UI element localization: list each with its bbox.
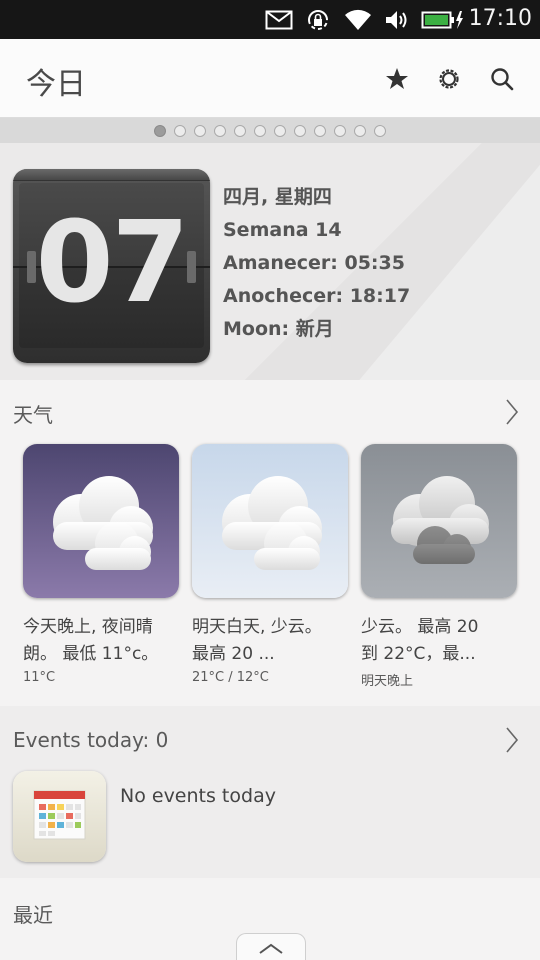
page-dot[interactable] bbox=[174, 124, 186, 137]
page-dot[interactable] bbox=[234, 124, 246, 137]
no-events-text: No events today bbox=[120, 785, 276, 807]
sunrise: Amanecer: 05:35 bbox=[223, 252, 405, 274]
page-dot[interactable] bbox=[334, 124, 346, 137]
page-dot[interactable] bbox=[294, 124, 306, 137]
settings-button[interactable] bbox=[433, 63, 465, 95]
page-indicator bbox=[0, 118, 540, 143]
month-weekday: 四月, 星期四 bbox=[223, 186, 332, 208]
page-dot[interactable] bbox=[354, 124, 366, 137]
status-bar: 17:10 bbox=[0, 0, 540, 39]
page-dot[interactable] bbox=[314, 124, 326, 137]
date-details: 四月, 星期四 Semana 14 Amanecer: 05:35 Anoche… bbox=[223, 181, 410, 346]
search-icon bbox=[491, 68, 514, 91]
weather-card-tomorrow[interactable] bbox=[192, 444, 348, 598]
page-dot[interactable] bbox=[374, 124, 386, 137]
battery-charging-icon[interactable] bbox=[421, 8, 465, 32]
page-dot[interactable] bbox=[194, 124, 206, 137]
lock-rotation-icon[interactable] bbox=[304, 8, 332, 32]
recent-title: 最近 bbox=[13, 903, 53, 927]
weather-desc-tomorrow-night: 少云。 最高 20 到 22°C，最... bbox=[361, 617, 479, 664]
calendar-app-button[interactable] bbox=[13, 771, 106, 862]
weather-temp-tomorrow-night: 明天晚上 bbox=[361, 674, 414, 689]
events-title: Events today: 0 bbox=[13, 728, 169, 752]
bottom-edge-pull-button[interactable] bbox=[236, 933, 306, 960]
clock: 17:10 bbox=[468, 6, 532, 31]
wifi-icon[interactable] bbox=[343, 8, 373, 32]
weather-section: 天气 今天晚上, 夜间晴 朗。 最低 11°c。 11°C 明天白天, 少云。 … bbox=[0, 380, 540, 706]
page-dot[interactable] bbox=[214, 124, 226, 137]
moon-phase: Moon: 新月 bbox=[223, 318, 334, 340]
events-section: Events today: 0 No events today bbox=[0, 706, 540, 878]
chevron-right-icon[interactable] bbox=[504, 398, 520, 426]
recent-section: 最近 bbox=[0, 878, 540, 960]
search-button[interactable] bbox=[486, 63, 518, 95]
sunset: Anochecer: 18:17 bbox=[223, 285, 411, 307]
weather-desc-tonight: 今天晚上, 夜间晴 朗。 最低 11°c。 bbox=[23, 617, 159, 664]
gear-icon bbox=[439, 69, 459, 89]
weather-temp-tonight: 11°C bbox=[23, 670, 56, 685]
page-dot[interactable] bbox=[254, 124, 266, 137]
page-dot[interactable] bbox=[274, 124, 286, 137]
weather-card-tonight[interactable] bbox=[23, 444, 179, 598]
cloud-icon bbox=[23, 444, 179, 598]
weather-title: 天气 bbox=[13, 403, 53, 427]
star-icon bbox=[386, 68, 408, 89]
cloud-icon bbox=[361, 444, 517, 598]
calendar-icon bbox=[33, 790, 86, 840]
weather-desc-tomorrow: 明天白天, 少云。 最高 20 ... bbox=[192, 617, 322, 664]
favorite-button[interactable] bbox=[381, 63, 413, 95]
week-number: Semana 14 bbox=[223, 219, 342, 241]
weather-temp-tomorrow: 21°C / 12°C bbox=[192, 670, 269, 685]
envelope-icon[interactable] bbox=[264, 8, 294, 32]
chevron-up-icon bbox=[259, 943, 283, 954]
weather-card-tomorrow-night[interactable] bbox=[361, 444, 517, 598]
chevron-right-icon[interactable] bbox=[504, 726, 520, 754]
cloud-icon bbox=[192, 444, 348, 598]
date-section: 07 四月, 星期四 Semana 14 Amanecer: 05:35 Ano… bbox=[0, 143, 540, 380]
page-title: 今日 bbox=[26, 67, 86, 102]
header: 今日 bbox=[0, 39, 540, 118]
flip-calendar: 07 bbox=[13, 169, 210, 363]
day-number: 07 bbox=[35, 198, 190, 328]
volume-icon[interactable] bbox=[383, 8, 411, 32]
page-dot[interactable] bbox=[154, 124, 166, 137]
